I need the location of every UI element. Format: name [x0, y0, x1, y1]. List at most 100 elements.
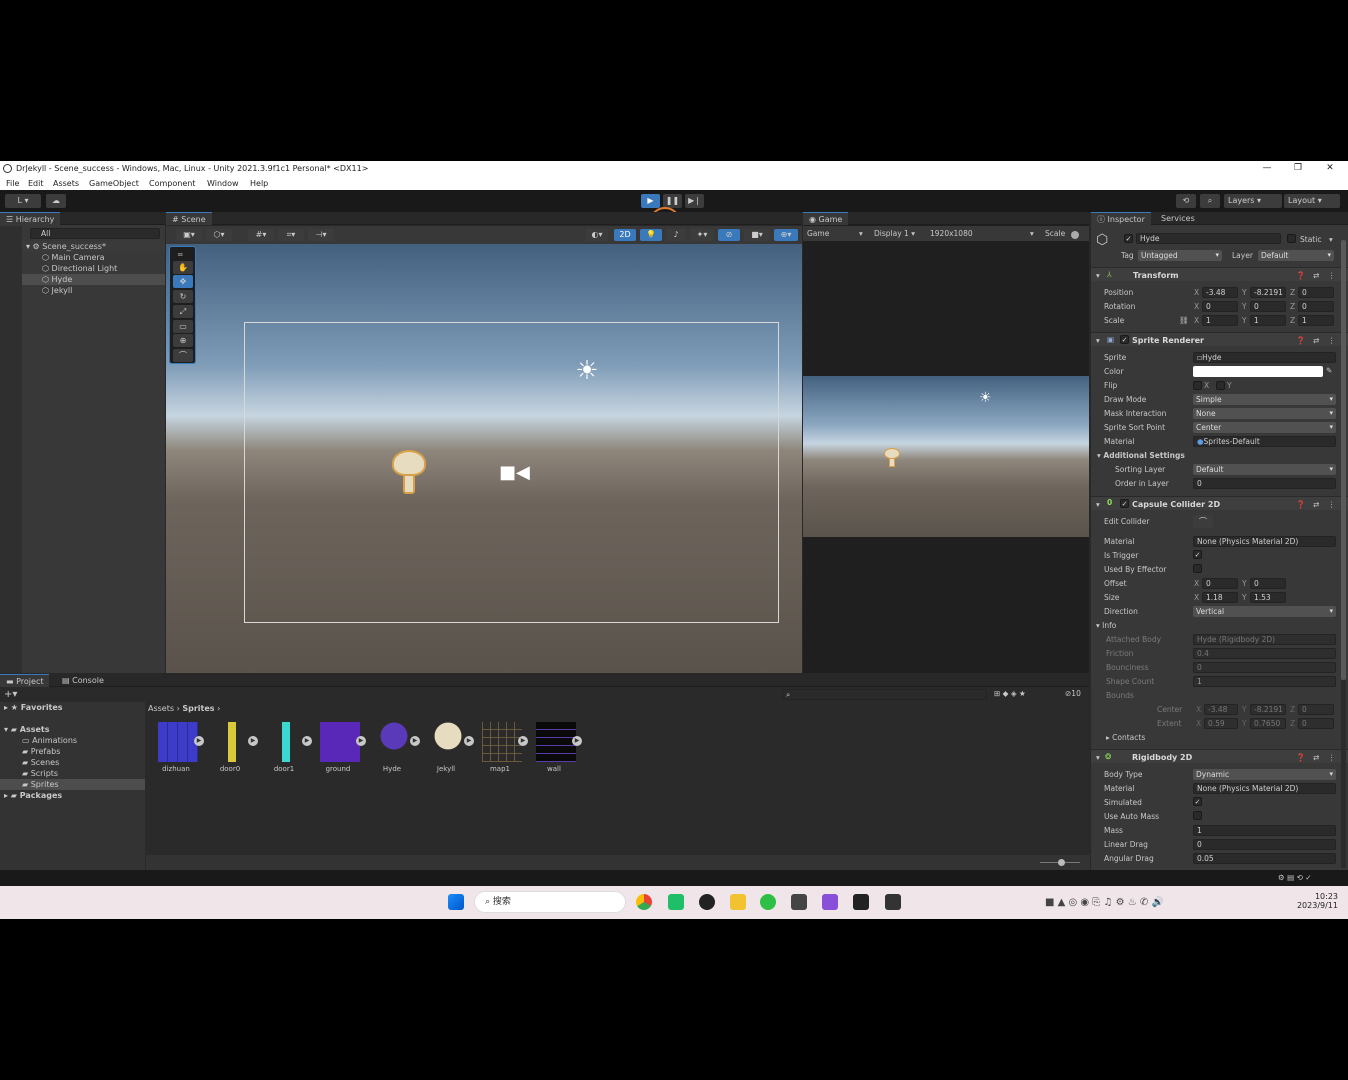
- maximize-button[interactable]: ❐: [1282, 161, 1314, 176]
- screen-recorder-icon[interactable]: [885, 894, 901, 910]
- collider-material-field[interactable]: None (Physics Material 2D): [1193, 536, 1336, 547]
- hierarchy-item-jekyll[interactable]: ⬡ Jekyll: [0, 285, 165, 296]
- hierarchy-item-hyde[interactable]: ⬡ Hyde: [0, 274, 165, 285]
- scene-root[interactable]: ▾ ⚙ Scene_success*: [0, 241, 165, 252]
- sorting-layer-dropdown[interactable]: Default: [1193, 464, 1336, 475]
- custom-tool-icon[interactable]: ⌒: [173, 349, 193, 362]
- breadcrumb-assets[interactable]: Assets: [148, 704, 174, 713]
- layer-dropdown[interactable]: Default: [1258, 250, 1334, 261]
- gizmos-icon[interactable]: ⊕▾: [774, 229, 798, 241]
- transform-tool-icon[interactable]: ⊕: [173, 334, 193, 347]
- rigidbody-header[interactable]: ▾ ❂ Rigidbody 2D ❓ ⇄ ⋮: [1091, 749, 1348, 763]
- visibility-icon[interactable]: ⊘: [718, 229, 740, 241]
- assets-folder[interactable]: ▾ ▰ Assets: [0, 724, 145, 735]
- breadcrumb-sprites[interactable]: Sprites: [182, 704, 214, 713]
- resolution-dropdown[interactable]: 1920x1080 ▾: [930, 229, 1038, 238]
- asset-map1[interactable]: ▶ map1: [474, 718, 528, 778]
- mass-field[interactable]: 1: [1193, 825, 1336, 836]
- project-add-icon[interactable]: +▾: [4, 689, 17, 700]
- folder-scripts[interactable]: ▰ Scripts: [0, 768, 145, 779]
- object-name-field[interactable]: Hyde: [1136, 233, 1281, 244]
- hierarchy-item-directional-light[interactable]: ⬡ Directional Light: [0, 263, 165, 274]
- folder-prefabs[interactable]: ▰ Prefabs: [0, 746, 145, 757]
- gizmo-cube-icon[interactable]: ⬡▾: [206, 229, 232, 241]
- edit-collider-button[interactable]: ⌒: [1193, 515, 1213, 528]
- windows-start-icon[interactable]: [448, 894, 464, 910]
- body-type-dropdown[interactable]: Dynamic: [1193, 769, 1336, 780]
- rotation-z-field[interactable]: 0: [1298, 301, 1334, 312]
- folder-sprites[interactable]: ▰ Sprites: [0, 779, 145, 790]
- grid-icon[interactable]: #▾: [248, 229, 274, 241]
- sort-point-dropdown[interactable]: Center: [1193, 422, 1336, 433]
- asset-wall[interactable]: ▶ wall: [528, 718, 582, 778]
- close-button[interactable]: ✕: [1314, 161, 1346, 176]
- directional-light-icon[interactable]: ☀: [572, 356, 602, 386]
- offset-y-field[interactable]: 0: [1250, 578, 1286, 589]
- move-tool-icon[interactable]: ✥: [173, 275, 193, 288]
- folder-animations[interactable]: ▭ Animations: [0, 735, 145, 746]
- offset-x-field[interactable]: 0: [1202, 578, 1238, 589]
- audio-icon[interactable]: ♪: [666, 229, 686, 241]
- contacts-foldout[interactable]: ▸ Contacts: [1106, 733, 1145, 742]
- more-icon[interactable]: ⋮: [1328, 753, 1336, 762]
- scale-tool-icon[interactable]: ⤢: [173, 305, 193, 318]
- asset-dizhuan[interactable]: ▶ dizhuan: [150, 718, 204, 778]
- eyedropper-icon[interactable]: ✎: [1326, 366, 1332, 375]
- cloud-icon[interactable]: ☁: [46, 194, 66, 208]
- scale-y-field[interactable]: 1: [1250, 315, 1286, 326]
- increment-icon[interactable]: ⊣▾: [308, 229, 334, 241]
- rotate-tool-icon[interactable]: ↻: [173, 290, 193, 303]
- tab-scene[interactable]: # Scene: [166, 212, 212, 225]
- asset-hyde[interactable]: ▶ Hyde: [366, 718, 420, 778]
- tag-dropdown[interactable]: Untagged: [1138, 250, 1222, 261]
- hierarchy-search-input[interactable]: All: [30, 228, 160, 239]
- tab-services[interactable]: Services: [1155, 212, 1201, 225]
- inspector-scrollbar[interactable]: [1341, 240, 1346, 868]
- expand-icon[interactable]: ▶: [356, 736, 366, 746]
- rotation-y-field[interactable]: 0: [1250, 301, 1286, 312]
- menu-gameobject[interactable]: GameObject: [89, 179, 139, 188]
- capsule-enabled-checkbox[interactable]: ✓: [1120, 499, 1129, 508]
- capsule-collider-header[interactable]: ▾ 0 ✓ Capsule Collider 2D ❓ ⇄ ⋮: [1091, 496, 1348, 510]
- tab-project[interactable]: ▬ Project: [0, 674, 50, 687]
- taskbar-search-input[interactable]: ⌕ 搜索: [474, 891, 626, 913]
- expand-icon[interactable]: ▶: [194, 736, 204, 746]
- step-button[interactable]: ▶❘: [685, 194, 704, 208]
- mask-interaction-dropdown[interactable]: None: [1193, 408, 1336, 419]
- angular-drag-field[interactable]: 0.05: [1193, 853, 1336, 864]
- rb-material-field[interactable]: None (Physics Material 2D): [1193, 783, 1336, 794]
- visual-studio-icon[interactable]: [822, 894, 838, 910]
- project-search-input[interactable]: ⌕: [782, 689, 987, 700]
- icon-size-handle[interactable]: [1058, 859, 1065, 866]
- shading-icon[interactable]: ◐▾: [586, 229, 608, 241]
- used-by-effector-checkbox[interactable]: [1193, 564, 1202, 573]
- sprite-field[interactable]: ▫Hyde: [1193, 352, 1336, 363]
- asset-jekyll[interactable]: ▶ Jekyll: [420, 718, 474, 778]
- auto-mass-checkbox[interactable]: [1193, 811, 1202, 820]
- status-icons[interactable]: ⚙ ▤ ⟲ ✓: [1278, 873, 1312, 882]
- snap-icon[interactable]: ⌗▾: [278, 229, 304, 241]
- favorites-item[interactable]: ▸ ★ Favorites: [0, 702, 145, 713]
- clock[interactable]: 10:23 2023/9/11: [1296, 892, 1338, 910]
- layout-dropdown[interactable]: Layout ▾: [1284, 194, 1340, 208]
- chrome-icon[interactable]: [636, 894, 652, 910]
- help-icon[interactable]: ❓: [1296, 271, 1305, 280]
- static-checkbox[interactable]: [1287, 234, 1296, 243]
- packages-folder[interactable]: ▸ ▰ Packages: [0, 790, 145, 801]
- menu-assets[interactable]: Assets: [53, 179, 79, 188]
- unity-editor-icon[interactable]: [853, 894, 869, 910]
- scale-slider-handle[interactable]: [1071, 231, 1079, 239]
- menu-edit[interactable]: Edit: [28, 179, 44, 188]
- hyde-sprite[interactable]: [390, 450, 428, 496]
- folder-scenes[interactable]: ▰ Scenes: [0, 757, 145, 768]
- preset-icon[interactable]: ⇄: [1313, 271, 1319, 280]
- unity-hub-icon[interactable]: [791, 894, 807, 910]
- sprite-renderer-header[interactable]: ▾ ▣ ✓ Sprite Renderer ❓ ⇄ ⋮: [1091, 332, 1348, 346]
- lighting-icon[interactable]: 💡: [640, 229, 662, 241]
- scale-x-field[interactable]: 1: [1202, 315, 1238, 326]
- preset-icon[interactable]: ⇄: [1313, 753, 1319, 762]
- minimize-button[interactable]: —: [1251, 161, 1283, 176]
- direction-dropdown[interactable]: Vertical: [1193, 606, 1336, 617]
- linear-drag-field[interactable]: 0: [1193, 839, 1336, 850]
- asset-door1[interactable]: ▶ door1: [258, 718, 312, 778]
